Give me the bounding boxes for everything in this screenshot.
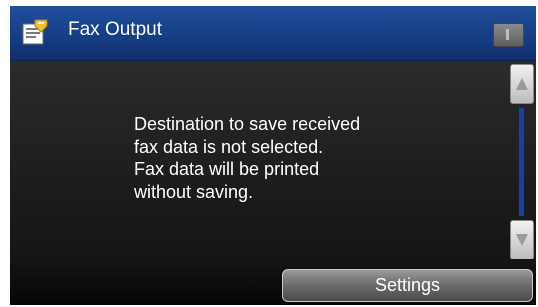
- message-line: fax data is not selected.: [134, 136, 324, 157]
- message-panel: Destination to save received fax data is…: [10, 61, 536, 260]
- printer-lcd-screen: Fax Output Destination to save received …: [10, 6, 536, 305]
- status-indicator-icon: [493, 23, 524, 47]
- scrollbar-track[interactable]: [519, 108, 524, 216]
- scroll-up-button[interactable]: [510, 64, 534, 104]
- scroll-down-icon: [516, 234, 528, 246]
- message-text: Destination to save received fax data is…: [134, 113, 434, 203]
- fax-output-icon: [20, 18, 50, 48]
- scroll-down-button[interactable]: [510, 220, 534, 260]
- page-title: Fax Output: [68, 19, 162, 40]
- title-bar: Fax Output: [10, 6, 536, 61]
- message-line: without saving.: [134, 181, 254, 202]
- scroll-up-icon: [516, 78, 528, 90]
- settings-button[interactable]: Settings: [282, 269, 533, 302]
- message-line: Destination to save received: [134, 114, 361, 134]
- bottom-bar: Settings: [10, 259, 536, 305]
- message-line: Fax data will be printed: [134, 159, 320, 179]
